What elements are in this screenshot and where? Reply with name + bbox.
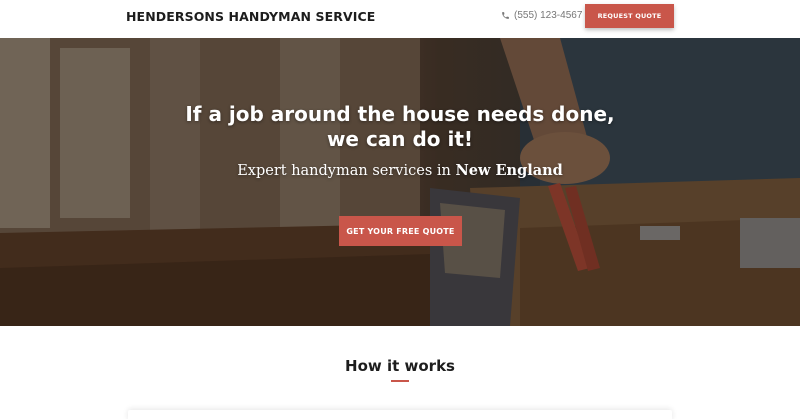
phone-contact[interactable]: (555) 123-4567: [501, 10, 582, 21]
content-card: [128, 410, 672, 419]
hero-headline-line-1: If a job around the house needs done,: [185, 102, 615, 126]
phone-icon: [502, 12, 509, 19]
hero-dark-overlay: [0, 38, 800, 326]
request-quote-button[interactable]: REQUEST QUOTE: [585, 4, 674, 28]
heading-underline: [391, 380, 409, 382]
free-quote-button[interactable]: GET YOUR FREE QUOTE: [339, 216, 462, 246]
phone-number: (555) 123-4567: [514, 10, 583, 21]
hero-subtitle-region: New England: [455, 162, 563, 179]
hero-subtitle: Expert handyman services in New England: [150, 162, 650, 179]
brand-logo-text[interactable]: HENDERSONS HANDYMAN SERVICE: [126, 9, 375, 24]
hero-subtitle-prefix: Expert handyman services in: [237, 163, 456, 179]
hero-section: If a job around the house needs done, we…: [0, 38, 800, 326]
how-it-works-heading: How it works: [345, 357, 455, 375]
hero-headline: If a job around the house needs done, we…: [150, 102, 650, 152]
hero-headline-line-2: we can do it!: [326, 127, 474, 151]
site-header: HENDERSONS HANDYMAN SERVICE (555) 123-45…: [0, 0, 800, 38]
